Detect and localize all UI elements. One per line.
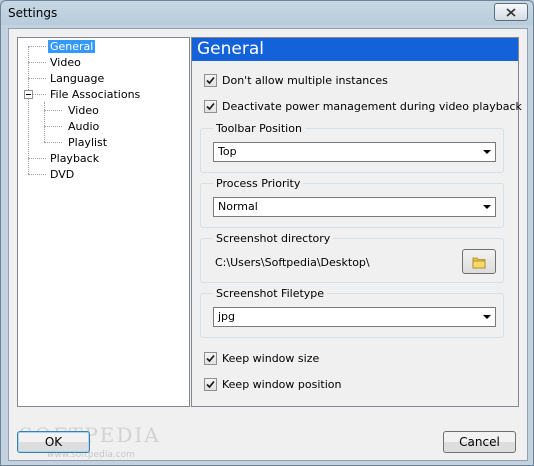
tree-item-assoc-playlist[interactable]: Playlist <box>68 135 107 150</box>
tree-item-general[interactable]: General <box>48 39 96 54</box>
process-priority-select[interactable]: Normal <box>213 197 496 217</box>
tree-line <box>32 94 46 95</box>
toolbar-position-value: Top <box>218 145 237 158</box>
tree-item-playback[interactable]: Playback <box>50 151 99 166</box>
deactivate-power-checkbox[interactable] <box>204 99 217 113</box>
keep-window-size-checkbox[interactable] <box>204 351 217 365</box>
title-bar[interactable]: Settings <box>1 1 533 25</box>
dropdown-arrow-icon[interactable] <box>483 150 491 154</box>
tree-item-assoc-audio[interactable]: Audio <box>68 119 99 134</box>
close-button[interactable] <box>494 3 528 21</box>
tree-line <box>28 46 29 174</box>
screenshot-filetype-select[interactable]: jpg <box>213 307 496 327</box>
browse-folder-button[interactable] <box>462 249 496 274</box>
tree-item-file-associations[interactable]: File Associations <box>50 87 140 102</box>
no-multiple-instances-checkbox[interactable] <box>204 73 217 87</box>
tree-item-language[interactable]: Language <box>50 71 104 86</box>
dialog-client-area: General Video Language File Associations… <box>8 28 528 461</box>
process-priority-value: Normal <box>218 200 258 213</box>
keep-window-position-label[interactable]: Keep window position <box>222 378 341 391</box>
screenshot-filetype-group: Screenshot Filetype jpg <box>200 287 504 338</box>
tree-line <box>44 110 62 111</box>
tree-line <box>28 158 46 159</box>
tree-line <box>44 126 62 127</box>
window-title: Settings <box>8 6 58 20</box>
screenshot-directory-group: Screenshot directory C:\Users\Softpedia\… <box>200 232 504 283</box>
dropdown-arrow-icon[interactable] <box>483 315 491 319</box>
folder-icon <box>472 257 486 268</box>
process-priority-label: Process Priority <box>213 177 304 190</box>
toolbar-position-group: Toolbar Position Top <box>200 122 504 173</box>
checkmark-icon <box>206 380 215 388</box>
tree-line <box>28 62 46 63</box>
keep-window-position-option[interactable]: Keep window position <box>204 377 341 391</box>
deactivate-power-option[interactable]: Deactivate power management during video… <box>204 99 522 113</box>
tree-line <box>28 174 46 175</box>
dropdown-arrow-icon[interactable] <box>483 205 491 209</box>
tree-item-assoc-video[interactable]: Video <box>68 103 99 118</box>
general-settings-panel: General Don't allow multiple instances D… <box>191 37 522 407</box>
keep-window-size-option[interactable]: Keep window size <box>204 351 319 365</box>
screenshot-filetype-label: Screenshot Filetype <box>213 287 328 300</box>
no-multiple-instances-label[interactable]: Don't allow multiple instances <box>222 74 388 87</box>
panel-title: General <box>192 38 518 61</box>
settings-window: Settings General Video Language File Ass… <box>0 0 534 466</box>
toolbar-position-label: Toolbar Position <box>213 122 305 135</box>
settings-tree[interactable]: General Video Language File Associations… <box>17 37 190 407</box>
tree-line <box>44 142 62 143</box>
keep-window-position-checkbox[interactable] <box>204 377 217 391</box>
process-priority-group: Process Priority Normal <box>200 177 504 228</box>
checkmark-icon <box>206 76 215 84</box>
tree-item-dvd[interactable]: DVD <box>50 167 74 182</box>
checkmark-icon <box>206 102 215 110</box>
tree-line <box>28 78 46 79</box>
toolbar-position-select[interactable]: Top <box>213 142 496 162</box>
close-icon <box>506 7 516 17</box>
cancel-button[interactable]: Cancel <box>443 431 516 453</box>
screenshot-filetype-value: jpg <box>218 310 236 323</box>
screenshot-directory-label: Screenshot directory <box>213 232 334 245</box>
no-multiple-instances-option[interactable]: Don't allow multiple instances <box>204 73 388 87</box>
tree-item-video[interactable]: Video <box>50 55 81 70</box>
deactivate-power-label[interactable]: Deactivate power management during video… <box>222 100 522 113</box>
ok-button[interactable]: OK <box>17 431 90 453</box>
checkmark-icon <box>206 354 215 362</box>
tree-line <box>28 46 46 47</box>
tree-line <box>44 102 45 142</box>
keep-window-size-label[interactable]: Keep window size <box>222 352 319 365</box>
collapse-toggle-icon[interactable] <box>24 90 33 99</box>
screenshot-directory-path: C:\Users\Softpedia\Desktop\ <box>215 256 370 269</box>
